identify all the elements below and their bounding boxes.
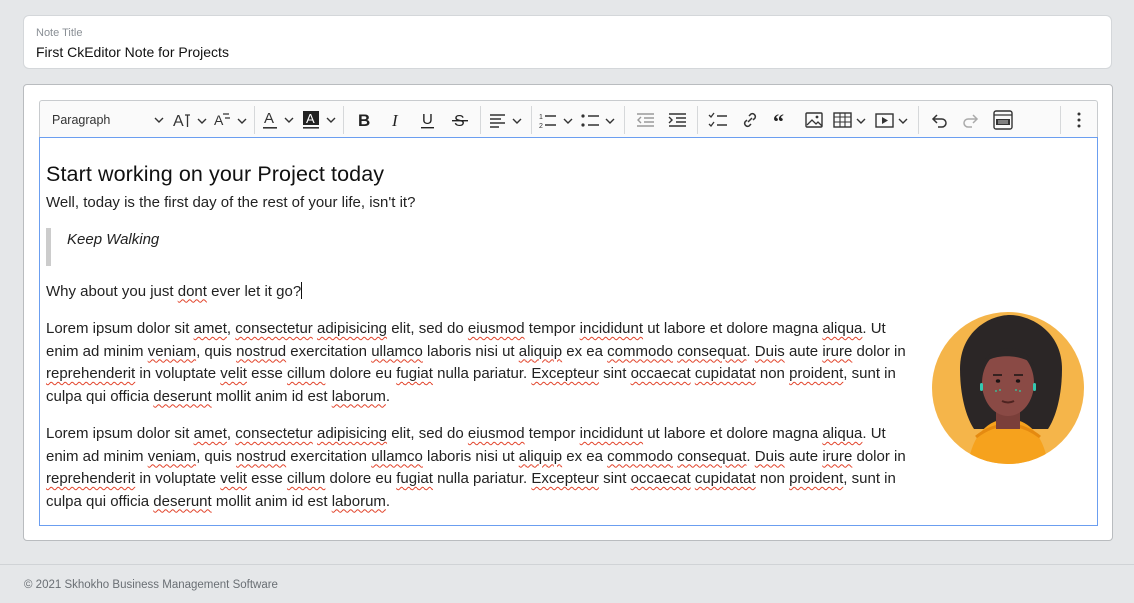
- bold-button[interactable]: B: [348, 105, 380, 135]
- question-text: Why about you just: [46, 282, 178, 300]
- bold-icon: B: [358, 111, 370, 130]
- footer-copyright: © 2021 Skhokho Business Management Softw…: [24, 579, 278, 591]
- image-icon: [805, 111, 823, 128]
- indent-icon: [668, 112, 686, 127]
- html-embed-icon: [993, 109, 1013, 130]
- blockquote-icon: “: [773, 110, 784, 130]
- note-title-card: Note Title First CkEditor Note for Proje…: [23, 15, 1112, 69]
- link-icon: [743, 112, 757, 127]
- image-button[interactable]: [798, 105, 830, 135]
- font-family-icon: A: [214, 112, 247, 128]
- svg-text:I: I: [391, 111, 399, 130]
- quote-text: Keep Walking: [67, 230, 160, 248]
- media-icon: [875, 112, 908, 128]
- redo-icon: [963, 113, 979, 128]
- avatar-image: [932, 312, 1084, 464]
- svg-text:A: A: [306, 111, 315, 126]
- svg-text:U: U: [422, 111, 433, 128]
- font-family-button[interactable]: A: [210, 105, 250, 135]
- toolbar-separator: [1060, 105, 1061, 134]
- lorem-section: Lorem ipsum dolor sit amet, consectetur …: [46, 312, 1091, 513]
- chevron-down-icon: [154, 117, 164, 123]
- svg-text:A: A: [173, 113, 184, 130]
- note-title-input[interactable]: First CkEditor Note for Projects: [36, 41, 1099, 63]
- outdent-button[interactable]: [629, 105, 661, 135]
- italic-icon: I: [391, 111, 399, 130]
- numbered-list-button[interactable]: 12: [536, 105, 578, 135]
- svg-text:A: A: [214, 112, 224, 128]
- svg-text:“: “: [773, 110, 784, 130]
- intro-paragraph: Well, today is the first day of the rest…: [46, 194, 416, 211]
- blockquote: Keep Walking: [46, 227, 1091, 266]
- italic-button[interactable]: I: [380, 105, 412, 135]
- font-background-button[interactable]: A: [299, 105, 339, 135]
- outdent-icon: [637, 112, 654, 127]
- font-color-button[interactable]: A: [259, 105, 299, 135]
- svg-text:A: A: [264, 110, 274, 127]
- html-embed-button[interactable]: [987, 105, 1019, 135]
- redo-button[interactable]: [955, 105, 987, 135]
- more-button[interactable]: [1067, 105, 1091, 135]
- note-title-label: Note Title: [36, 27, 83, 39]
- text-caret: [301, 281, 303, 299]
- misspelled-word: dont: [177, 282, 207, 300]
- todo-list-button[interactable]: [702, 105, 734, 135]
- underline-button[interactable]: U: [412, 105, 444, 135]
- toolbar-separator: [343, 105, 344, 134]
- font-size-button[interactable]: A: [170, 105, 210, 135]
- indent-button[interactable]: [661, 105, 693, 135]
- more-icon: [1077, 112, 1081, 127]
- bulleted-list-icon: [581, 113, 615, 127]
- undo-icon: [931, 113, 947, 128]
- media-button[interactable]: [872, 105, 914, 135]
- underline-icon: U: [421, 111, 434, 128]
- toolbar-separator: [918, 105, 919, 134]
- toolbar-separator: [624, 105, 625, 134]
- editor-content[interactable]: Start working on your Project today Well…: [39, 137, 1098, 526]
- editor-toolbar: Paragraph A A A A B I U S 1 2 “: [39, 100, 1098, 138]
- content-heading: Start working on your Project today: [46, 162, 385, 186]
- strikethrough-button[interactable]: S: [444, 105, 476, 135]
- font-background-icon: A: [303, 110, 336, 129]
- svg-text:1: 1: [539, 114, 543, 121]
- strikethrough-icon: S: [452, 113, 468, 130]
- footer: © 2021 Skhokho Business Management Softw…: [0, 564, 1134, 603]
- todo-list-icon: [708, 112, 727, 127]
- svg-text:B: B: [358, 111, 370, 130]
- align-button[interactable]: [485, 105, 527, 135]
- question-text: ever let it go?: [206, 282, 302, 300]
- undo-button[interactable]: [923, 105, 955, 135]
- table-button[interactable]: [830, 105, 872, 135]
- heading-dropdown[interactable]: Paragraph: [46, 105, 170, 135]
- table-icon: [833, 111, 866, 128]
- toolbar-separator: [697, 105, 698, 134]
- toolbar-separator: [254, 105, 255, 134]
- svg-text:2: 2: [539, 123, 543, 130]
- blockquote-button[interactable]: “: [766, 105, 798, 135]
- bulleted-list-button[interactable]: [578, 105, 620, 135]
- font-size-icon: A: [173, 113, 207, 130]
- heading-dropdown-label: Paragraph: [52, 112, 111, 127]
- toolbar-separator: [480, 105, 481, 134]
- toolbar-separator: [531, 105, 532, 134]
- align-icon: [490, 113, 522, 128]
- svg-text:S: S: [454, 113, 465, 130]
- font-color-icon: A: [263, 110, 294, 129]
- numbered-list-icon: 12: [539, 114, 573, 130]
- editor-card: Paragraph A A A A B I U S 1 2 “ Start wo…: [23, 84, 1113, 541]
- question-paragraph: Why about you just dont ever let it go?: [46, 281, 1091, 304]
- link-button[interactable]: [734, 105, 766, 135]
